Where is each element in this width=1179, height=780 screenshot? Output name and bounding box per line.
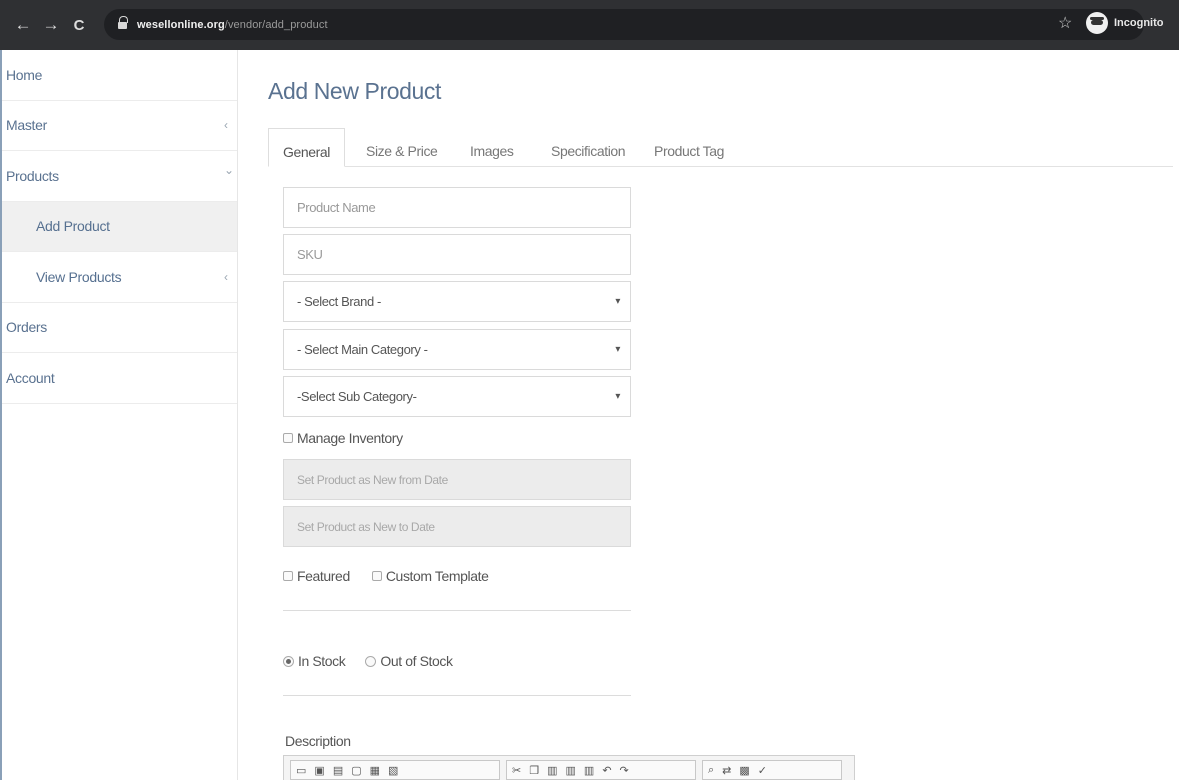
new-to-date-placeholder: Set Product as New to Date (297, 519, 435, 534)
incognito-icon (1086, 12, 1108, 34)
new-to-date-input[interactable]: Set Product as New to Date (283, 506, 631, 547)
sidebar-item-label: Master (6, 117, 47, 134)
featured-checkbox[interactable]: Featured (283, 568, 350, 584)
in-stock-label: In Stock (298, 653, 346, 669)
caret-down-icon: ▾ (615, 344, 620, 355)
lock-icon (118, 15, 128, 30)
sidebar-item-view-products[interactable]: View Products ‹ (2, 252, 237, 303)
print-icon[interactable]: ▦ (370, 764, 380, 777)
sidebar-item-add-product[interactable]: Add Product (2, 201, 237, 252)
source-icon[interactable]: ▭ (296, 764, 306, 777)
tab-images[interactable]: Images (470, 128, 514, 167)
sidebar-item-label: Orders (6, 319, 47, 336)
paste-word-icon[interactable]: ▥ (584, 764, 594, 777)
sidebar-item-orders[interactable]: Orders (2, 303, 237, 353)
find-icon[interactable]: ⌕ (708, 764, 714, 777)
redo-icon[interactable]: ↷ (620, 764, 629, 777)
sidebar-item-master[interactable]: Master ‹ (2, 101, 237, 151)
browser-toolbar: ← → C wesellonline.org/vendor/add_produc… (0, 0, 1179, 50)
url-host: wesellonline.org (137, 18, 225, 31)
back-icon[interactable]: ← (12, 14, 34, 36)
address-bar[interactable]: wesellonline.org/vendor/add_product (104, 9, 1144, 40)
sub-category-select[interactable]: -Select Sub Category- ▾ (283, 376, 631, 417)
description-editor-toolbar: ▭ ▣ ▤ ▢ ▦ ▧ ✂ ❐ ▥ ▥ ▥ ↶ ↷ ⌕ ⇄ ▩ ✓ (283, 755, 855, 780)
description-label: Description (285, 733, 351, 749)
main-category-select-value: - Select Main Category - (297, 342, 428, 357)
new-from-date-input[interactable]: Set Product as New from Date (283, 459, 631, 500)
sidebar-item-label: Account (6, 369, 55, 386)
checkbox-icon (371, 571, 382, 581)
forward-icon[interactable]: → (40, 14, 62, 36)
in-stock-radio[interactable]: In Stock (283, 653, 346, 669)
chevron-left-icon: ‹ (224, 269, 228, 284)
sidebar-item-products[interactable]: Products ⌄ (2, 151, 237, 202)
tab-general[interactable]: General (268, 128, 346, 167)
caret-down-icon: ▾ (615, 296, 620, 307)
incognito-indicator[interactable]: Incognito (1086, 12, 1164, 34)
sub-category-select-value: -Select Sub Category- (297, 389, 417, 404)
radio-icon (365, 655, 377, 667)
sidebar-item-label: Add Product (36, 218, 110, 235)
sidebar-item-label: Products (6, 167, 59, 184)
custom-template-label: Custom Template (385, 568, 489, 584)
tab-bar: General Size & Price Images Specificatio… (268, 116, 1173, 167)
brand-select[interactable]: - Select Brand - ▾ (283, 281, 631, 322)
preview-icon[interactable]: ▢ (351, 764, 361, 777)
out-of-stock-label: Out of Stock (380, 653, 453, 669)
caret-down-icon: ▾ (615, 391, 620, 402)
product-name-input[interactable]: Product Name (283, 187, 631, 228)
paste-text-icon[interactable]: ▥ (566, 764, 576, 777)
tab-product-tag[interactable]: Product Tag (654, 128, 724, 167)
select-all-icon[interactable]: ▩ (739, 764, 749, 777)
bookmark-star-icon[interactable]: ☆ (1058, 13, 1072, 33)
reload-icon[interactable]: C (68, 14, 90, 36)
editor-toolbar-group: ✂ ❐ ▥ ▥ ▥ ↶ ↷ (506, 760, 696, 780)
checkbox-icon (283, 433, 293, 443)
stock-status-row: In Stock Out of Stock (283, 653, 453, 669)
divider (283, 610, 631, 611)
sidebar-item-label: View Products (36, 268, 122, 285)
editor-toolbar-group: ⌕ ⇄ ▩ ✓ (702, 760, 842, 780)
featured-label: Featured (297, 568, 350, 584)
product-name-placeholder: Product Name (297, 200, 376, 215)
paste-icon[interactable]: ▥ (547, 764, 557, 777)
incognito-label: Incognito (1114, 17, 1164, 29)
sidebar-item-label: Home (6, 66, 43, 83)
templates-icon[interactable]: ▧ (388, 764, 398, 777)
custom-template-checkbox[interactable]: Custom Template (371, 568, 489, 584)
copy-icon[interactable]: ❐ (529, 764, 539, 777)
main-content: Add New Product General Size & Price Ima… (238, 50, 1179, 780)
divider (283, 695, 631, 696)
url-path: /vendor/add_product (224, 18, 328, 31)
url-text[interactable]: wesellonline.org/vendor/add_product (137, 19, 328, 31)
checkbox-icon (283, 571, 293, 581)
brand-select-value: - Select Brand - (297, 294, 381, 309)
page-title: Add New Product (268, 78, 441, 104)
undo-icon[interactable]: ↶ (602, 764, 611, 777)
feature-options-row: Featured Custom Template (283, 568, 489, 584)
main-category-select[interactable]: - Select Main Category - ▾ (283, 329, 631, 370)
cut-icon[interactable]: ✂ (512, 764, 521, 777)
new-from-date-placeholder: Set Product as New from Date (297, 472, 448, 487)
sku-input[interactable]: SKU (283, 234, 631, 275)
sidebar-item-home[interactable]: Home (2, 50, 237, 101)
editor-toolbar-group: ▭ ▣ ▤ ▢ ▦ ▧ (290, 760, 500, 780)
tab-size-price[interactable]: Size & Price (366, 128, 438, 167)
manage-inventory-row: Manage Inventory (283, 430, 403, 446)
spellcheck-icon[interactable]: ✓ (758, 764, 767, 777)
save-icon[interactable]: ▣ (314, 764, 324, 777)
sidebar: Home Master ‹ Products ⌄ Add Product View … (0, 50, 238, 780)
out-of-stock-radio[interactable]: Out of Stock (365, 653, 453, 669)
sidebar-item-account[interactable]: Account (2, 353, 237, 404)
new-page-icon[interactable]: ▤ (333, 764, 343, 777)
sku-placeholder: SKU (297, 247, 323, 262)
radio-selected-icon (283, 655, 294, 667)
tab-specification[interactable]: Specification (551, 128, 626, 167)
manage-inventory-label: Manage Inventory (297, 430, 403, 446)
chevron-down-icon: ⌄ (224, 163, 234, 177)
replace-icon[interactable]: ⇄ (722, 764, 731, 777)
manage-inventory-checkbox[interactable]: Manage Inventory (283, 430, 403, 446)
chevron-left-icon: ‹ (224, 118, 228, 133)
